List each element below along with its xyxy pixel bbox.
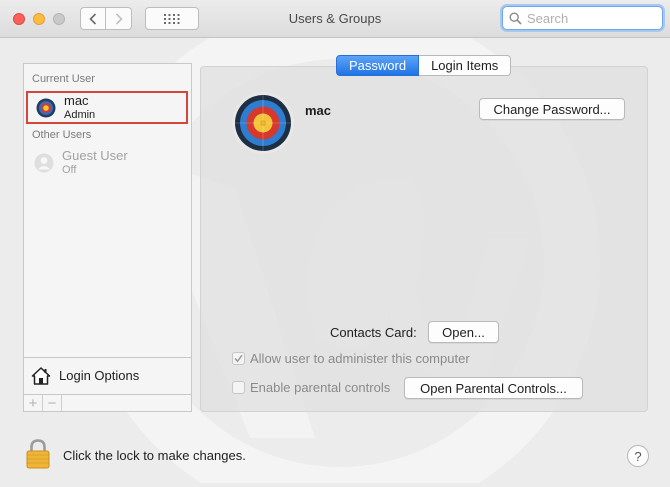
tab-bar: Password Login Items: [336, 55, 512, 77]
username-label: mac: [305, 103, 332, 118]
guest-user-row[interactable]: Guest User Off: [26, 146, 188, 179]
parental-controls-row: Enable parental controls: [232, 380, 390, 395]
allow-admin-label: Allow user to administer this computer: [250, 351, 470, 366]
guest-user-status: Off: [62, 163, 77, 176]
open-parental-controls-button[interactable]: Open Parental Controls...: [404, 377, 583, 399]
other-users-heading: Other Users: [32, 129, 92, 141]
current-user-row[interactable]: mac Admin: [26, 91, 188, 124]
add-user-button[interactable]: +: [24, 395, 43, 411]
parental-controls-checkbox[interactable]: [232, 381, 245, 394]
search-icon: [509, 11, 522, 25]
target-avatar-icon: [36, 98, 56, 117]
users-sidebar: Current User mac Admin Other Users Guest…: [23, 63, 192, 412]
checkmark-icon: [234, 354, 243, 363]
contacts-card-label: Contacts Card:: [330, 325, 417, 340]
tab-password[interactable]: Password: [336, 55, 420, 76]
allow-admin-checkbox[interactable]: [232, 352, 245, 365]
parental-controls-label: Enable parental controls: [250, 380, 391, 395]
change-password-button[interactable]: Change Password...: [479, 98, 625, 120]
lock-icon[interactable]: [26, 439, 50, 469]
search-field[interactable]: [502, 6, 663, 30]
current-user-role: Admin: [64, 108, 96, 121]
add-remove-bar: + −: [24, 394, 191, 411]
password-panel: mac Change Password... Contacts Card: Op…: [200, 66, 648, 412]
tab-login-items[interactable]: Login Items: [419, 55, 512, 76]
allow-admin-row: Allow user to administer this computer: [232, 351, 470, 366]
login-options-item[interactable]: Login Options: [24, 357, 191, 393]
help-button[interactable]: ?: [627, 445, 649, 467]
lock-message: Click the lock to make changes.: [63, 448, 246, 463]
target-avatar-icon[interactable]: [231, 91, 295, 155]
title-bar: Users & Groups: [0, 0, 670, 38]
current-user-name: mac: [64, 92, 89, 108]
search-input[interactable]: [527, 10, 652, 26]
guest-user-name: Guest User: [62, 147, 128, 163]
person-avatar-icon: [34, 153, 54, 172]
open-contacts-card-button[interactable]: Open...: [428, 321, 499, 343]
login-options-label: Login Options: [59, 368, 140, 383]
remove-user-button[interactable]: −: [43, 395, 62, 411]
current-user-heading: Current User: [32, 73, 95, 85]
house-icon: [31, 366, 51, 385]
